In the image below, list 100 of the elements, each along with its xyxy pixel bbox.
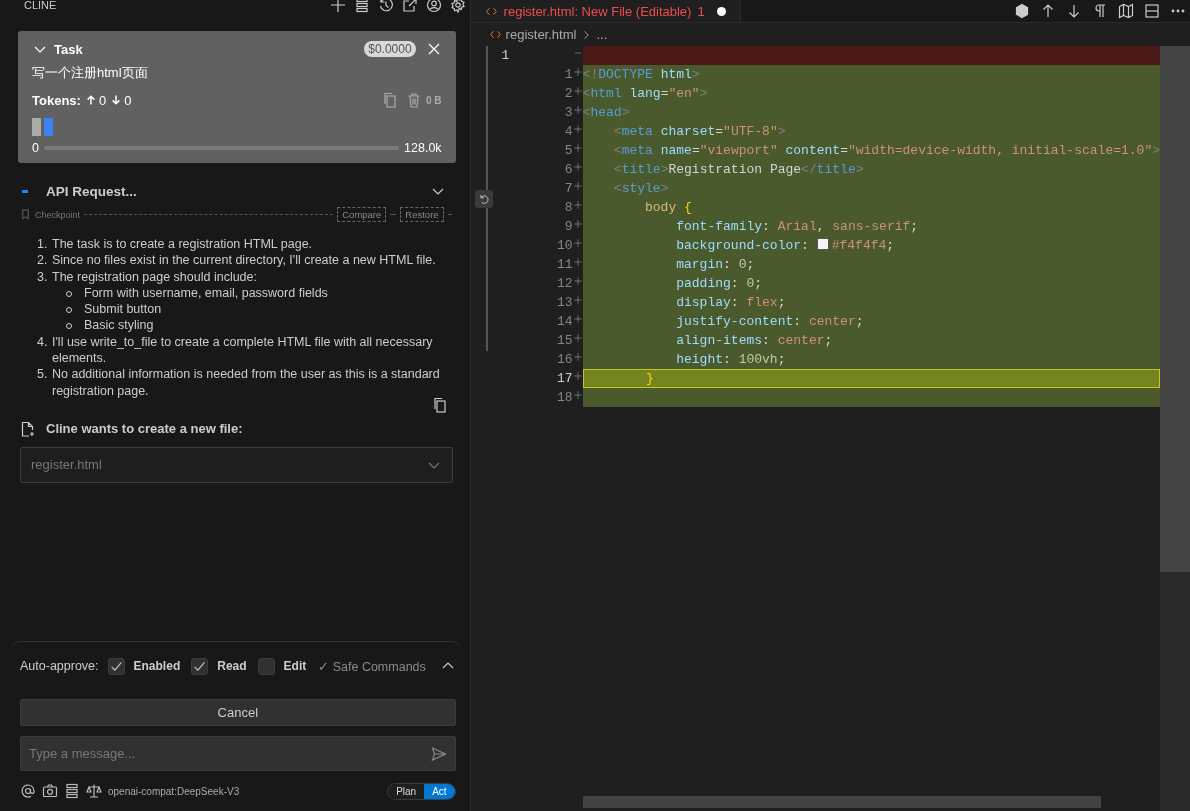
problem-count: 1 (697, 3, 705, 19)
checkpoint-button[interactable]: Restore (400, 207, 444, 222)
checkmark-icon (193, 659, 207, 673)
line-number: 10 (555, 237, 573, 255)
at-sign-icon[interactable] (20, 783, 36, 799)
plus-icon (572, 255, 583, 269)
list-marker: 3. (37, 268, 48, 285)
tokens-in: 0 (98, 92, 107, 108)
server-stack-icon[interactable] (64, 783, 80, 799)
line-number: 12 (555, 275, 573, 293)
mode-toggle[interactable]: Act (424, 783, 455, 799)
undo-icon (477, 193, 490, 205)
auto-approve-label: Auto-approve: (20, 659, 99, 673)
trash-icon[interactable] (406, 92, 423, 108)
arrow-down-icon[interactable] (1066, 3, 1082, 19)
plus-icon (572, 160, 583, 174)
account-icon[interactable] (425, 0, 442, 13)
message-field[interactable]: Type a message... (20, 736, 456, 771)
line-number: 9 (563, 218, 573, 236)
checkbox[interactable] (107, 657, 125, 675)
server-stack-icon[interactable] (353, 0, 370, 13)
checkbox[interactable] (257, 657, 275, 675)
safe-commands-label: ✓ Safe Commands (318, 658, 427, 674)
list-item-text: The registration page should include: (52, 269, 257, 284)
task-text: 写一个注册html页面 (32, 64, 149, 82)
revert-button[interactable] (474, 190, 493, 208)
plus-icon (572, 274, 583, 288)
plus-icon (572, 293, 583, 307)
breadcrumb-item[interactable]: register.html (505, 27, 577, 42)
line-number: 17 (555, 370, 573, 388)
list-marker: 2. (37, 252, 48, 269)
line-number: 18 (555, 389, 573, 407)
checkbox-label: Enabled (133, 659, 181, 673)
tab-title: register.html: New File (Editable) (503, 3, 692, 19)
loading-spinner-icon (22, 189, 28, 193)
line-number: 11 (555, 256, 573, 274)
plus-icon (572, 122, 583, 136)
plus-icon (572, 388, 583, 402)
checkmark-icon (109, 659, 123, 673)
history-icon[interactable] (377, 0, 394, 13)
list-item-text: Form with username, email, password fields (84, 285, 328, 300)
line-number: 15 (555, 332, 573, 350)
line-number: 6 (563, 161, 573, 179)
plus-icon (572, 141, 583, 155)
horizontal-scrollbar[interactable] (582, 796, 1101, 808)
list-marker: 1. (37, 236, 48, 253)
plus-icon (572, 331, 583, 345)
scales-icon[interactable] (86, 783, 102, 799)
cache-size: 0 B (426, 94, 442, 106)
file-dropdown[interactable]: register.html (20, 446, 453, 483)
list-item-text: Since no files exist in the current directory, I'll create a new HTML file. (52, 253, 436, 268)
list-item-text: Submit button (84, 302, 162, 317)
send-icon[interactable] (430, 746, 447, 762)
plus-icon (572, 179, 583, 193)
line-number: 3 (563, 104, 573, 122)
checkbox-label: Read (217, 659, 247, 673)
plus-icon (572, 84, 583, 98)
list-item-text: The task is to create a registration HTML page. (52, 237, 313, 251)
task-title: Task (54, 41, 84, 57)
line-number: 5 (563, 142, 573, 160)
settings-icon[interactable] (449, 0, 466, 13)
plus-icon (572, 350, 583, 364)
line-number: 14 (555, 313, 573, 331)
plus-icon (572, 198, 583, 212)
copy-icon[interactable] (431, 396, 448, 413)
hexagon-icon[interactable] (1014, 3, 1030, 19)
list-item-text: Basic styling (84, 318, 154, 333)
checkpoint-label: Checkpoint (35, 209, 81, 220)
map-icon[interactable] (1118, 3, 1134, 19)
context-min: 0 (32, 141, 39, 155)
plus-icon (572, 65, 583, 79)
checkpoint-button[interactable]: Compare (337, 207, 387, 222)
code-icon (488, 28, 502, 41)
vertical-scrollbar[interactable] (1160, 46, 1190, 572)
checkbox-label: Edit (283, 659, 307, 673)
camera-icon[interactable] (42, 783, 58, 799)
pilcrow-icon[interactable] (1092, 3, 1108, 19)
bookmark-icon (20, 209, 31, 220)
plus-icon (572, 236, 583, 250)
list-item-text: I'll use write_to_file to create a complete HTML file with all necessary elements. (52, 334, 433, 366)
checkbox[interactable] (191, 657, 209, 675)
plus-icon (572, 217, 583, 231)
new-file-icon (20, 420, 36, 437)
breadcrumb-item[interactable]: ... (596, 27, 608, 42)
plus-icon[interactable] (329, 0, 346, 13)
line-number: 8 (563, 199, 573, 217)
line-number: 16 (555, 351, 573, 369)
file-request-title: Cline wants to create a new file: (46, 421, 243, 437)
plus-icon (572, 369, 583, 383)
list-marker: 4. (37, 333, 48, 351)
external-link-icon[interactable] (401, 0, 418, 13)
plus-icon (572, 103, 583, 117)
cancel-button[interactable]: Cancel (20, 699, 456, 726)
model-selector[interactable]: openai-compat:DeepSeek-V3 (108, 785, 382, 797)
line-number: 2 (563, 85, 573, 103)
list-marker: 5. (37, 366, 48, 383)
mode-toggle[interactable]: Plan (388, 783, 425, 799)
split-editor-icon[interactable] (1144, 3, 1160, 19)
plus-icon (572, 312, 583, 326)
editor-tab[interactable]: register.html: New File (Editable) 1 (470, 0, 741, 22)
